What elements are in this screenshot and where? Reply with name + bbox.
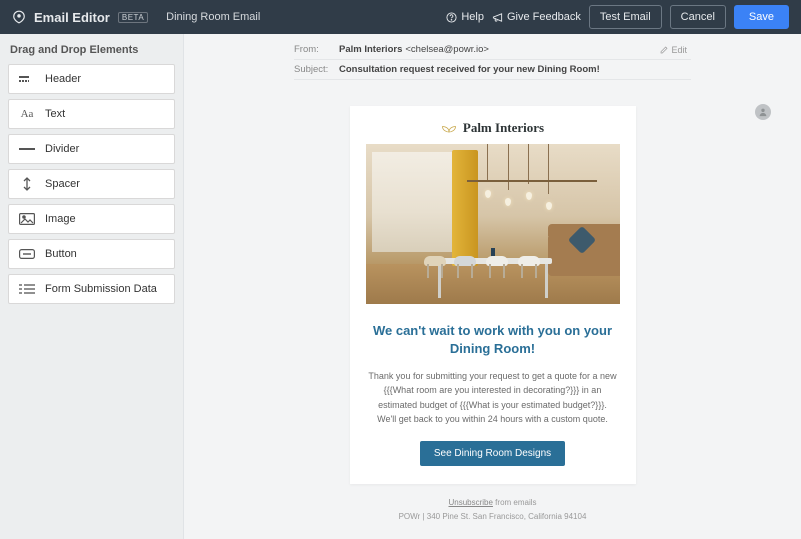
element-spacer[interactable]: Spacer [8, 169, 175, 199]
email-body-text: Thank you for submitting your request to… [366, 369, 620, 441]
hero-image [366, 144, 620, 304]
unsubscribe-tail: from emails [493, 498, 537, 507]
pencil-icon [660, 46, 668, 54]
elements-sidebar: Drag and Drop Elements Header Aa Text Di… [0, 34, 184, 539]
top-bar-left: Email Editor BETA Dining Room Email [12, 10, 260, 25]
subject-value: Consultation request received for your n… [339, 64, 600, 75]
element-label: Image [45, 213, 76, 225]
element-text[interactable]: Aa Text [8, 99, 175, 129]
user-avatar[interactable] [755, 104, 771, 120]
edit-meta-link[interactable]: Edit [660, 45, 691, 55]
element-divider[interactable]: Divider [8, 134, 175, 164]
from-label: From: [294, 44, 339, 55]
header-icon [19, 73, 35, 85]
feedback-link[interactable]: Give Feedback [492, 11, 581, 23]
element-label: Button [45, 248, 77, 260]
from-email: <chelsea@powr.io> [405, 44, 489, 55]
email-footer: Unsubscribe from emails POWr | 340 Pine … [184, 496, 801, 539]
element-label: Form Submission Data [45, 283, 157, 295]
beta-badge: BETA [118, 12, 148, 23]
footer-address: POWr | 340 Pine St. San Francisco, Calif… [184, 510, 801, 524]
element-button[interactable]: Button [8, 239, 175, 269]
element-form-data[interactable]: Form Submission Data [8, 274, 175, 304]
top-bar: Email Editor BETA Dining Room Email Help… [0, 0, 801, 34]
brand-row: Palm Interiors [366, 120, 620, 136]
app-logo-icon [12, 10, 26, 24]
image-icon [19, 213, 35, 225]
edit-label: Edit [671, 45, 687, 55]
megaphone-icon [492, 12, 503, 23]
unsubscribe-link[interactable]: Unsubscribe [448, 498, 492, 507]
top-bar-right: Help Give Feedback Test Email Cancel Sav… [446, 5, 789, 29]
document-title: Dining Room Email [166, 11, 260, 23]
email-canvas[interactable]: From: Palm Interiors <chelsea@powr.io> E… [184, 34, 801, 539]
test-email-button[interactable]: Test Email [589, 5, 662, 29]
form-data-icon [19, 283, 35, 295]
main-area: Drag and Drop Elements Header Aa Text Di… [0, 34, 801, 539]
element-header[interactable]: Header [8, 64, 175, 94]
save-button[interactable]: Save [734, 5, 789, 29]
spacer-icon [19, 178, 35, 190]
email-preview-card[interactable]: Palm Interiors [350, 106, 636, 484]
help-label: Help [461, 11, 484, 23]
help-icon [446, 12, 457, 23]
button-icon [19, 248, 35, 260]
text-icon: Aa [19, 108, 35, 120]
element-label: Divider [45, 143, 79, 155]
help-link[interactable]: Help [446, 11, 484, 23]
from-name: Palm Interiors [339, 44, 402, 55]
feedback-label: Give Feedback [507, 11, 581, 23]
email-meta: From: Palm Interiors <chelsea@powr.io> E… [184, 34, 801, 86]
leaf-icon [441, 123, 457, 134]
sidebar-title: Drag and Drop Elements [8, 44, 175, 56]
from-row: From: Palm Interiors <chelsea@powr.io> E… [294, 40, 691, 60]
element-label: Text [45, 108, 65, 120]
subject-label: Subject: [294, 64, 339, 75]
brand-name: Palm Interiors [463, 120, 544, 136]
element-label: Spacer [45, 178, 80, 190]
element-image[interactable]: Image [8, 204, 175, 234]
cancel-button[interactable]: Cancel [670, 5, 726, 29]
divider-icon [19, 143, 35, 155]
app-title: Email Editor [34, 10, 110, 25]
element-list: Header Aa Text Divider Spacer [8, 64, 175, 304]
email-cta-button[interactable]: See Dining Room Designs [420, 441, 565, 466]
person-icon [758, 107, 768, 117]
subject-row: Subject: Consultation request received f… [294, 60, 691, 80]
element-label: Header [45, 73, 81, 85]
email-headline: We can't wait to work with you on your D… [366, 322, 620, 369]
